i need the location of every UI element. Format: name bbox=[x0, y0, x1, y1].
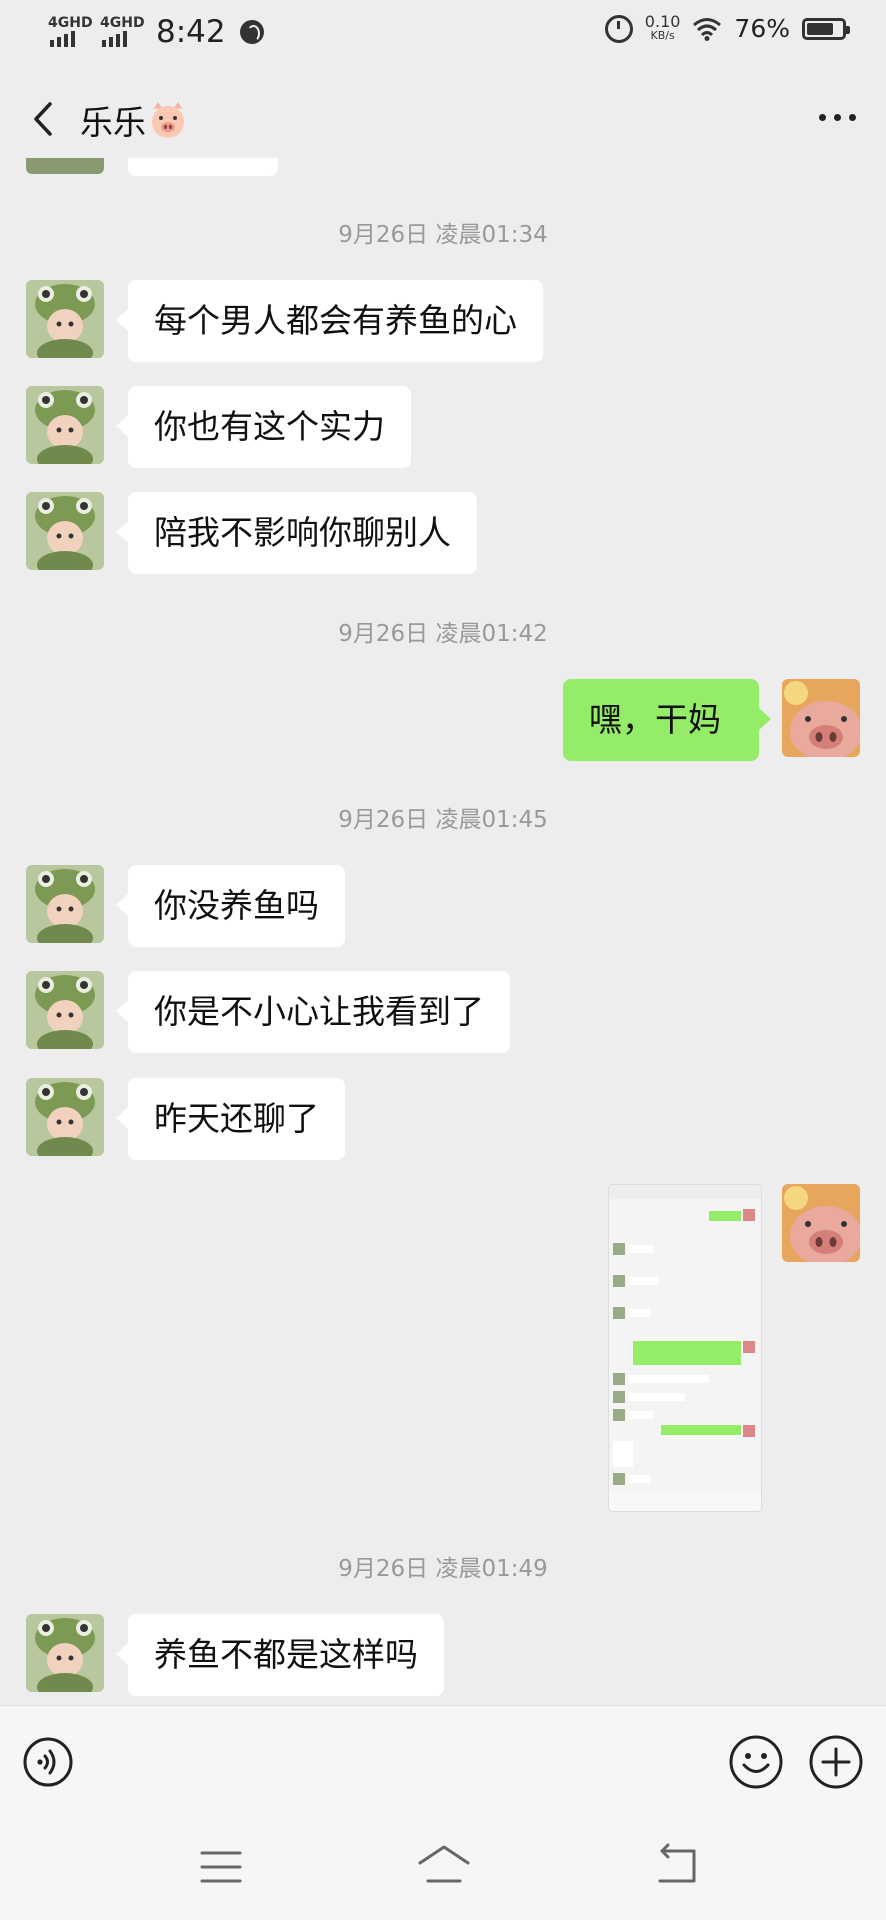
timestamp: 9月26日 凌晨01:49 bbox=[338, 1556, 548, 1582]
contact-avatar[interactable] bbox=[26, 865, 104, 943]
voice-icon[interactable] bbox=[22, 1736, 74, 1788]
message-bubble[interactable]: 你也有这个实力 bbox=[116, 386, 411, 468]
message-bubble[interactable]: 陪我不影响你聊别人 bbox=[116, 492, 477, 574]
timestamp: 9月26日 凌晨01:34 bbox=[338, 222, 548, 248]
timestamp: 9月26日 凌晨01:45 bbox=[338, 807, 548, 833]
message-bubble[interactable]: 养鱼不都是这样吗 bbox=[116, 1614, 444, 1696]
message-bubble[interactable]: 昨天还聊了 bbox=[116, 1078, 345, 1160]
contact-avatar[interactable] bbox=[26, 1078, 104, 1156]
plus-icon[interactable] bbox=[808, 1734, 864, 1790]
message-bubble-self[interactable]: 嘿，干妈 bbox=[563, 679, 771, 761]
contact-avatar[interactable] bbox=[26, 492, 104, 570]
pig-face-icon bbox=[152, 102, 184, 138]
contact-name: 乐乐 bbox=[80, 103, 146, 142]
system-nav-bar bbox=[0, 1817, 886, 1920]
message-input[interactable] bbox=[94, 1724, 708, 1802]
chat-header: 乐乐 bbox=[0, 64, 886, 174]
back-icon[interactable] bbox=[652, 1843, 700, 1887]
contact-title[interactable]: 乐乐 bbox=[80, 96, 188, 144]
contact-avatar[interactable] bbox=[26, 280, 104, 358]
message-bubble[interactable]: 每个男人都会有养鱼的心 bbox=[116, 280, 543, 362]
home-icon[interactable] bbox=[416, 1841, 472, 1889]
contact-avatar[interactable] bbox=[26, 386, 104, 464]
chevron-left-icon[interactable] bbox=[24, 94, 64, 144]
message-bubble[interactable]: 你是不小心让我看到了 bbox=[116, 971, 510, 1053]
self-avatar[interactable] bbox=[782, 1184, 860, 1262]
more-dots-icon[interactable] bbox=[819, 114, 856, 121]
message-bubble[interactable]: 你没养鱼吗 bbox=[116, 865, 345, 947]
contact-avatar[interactable] bbox=[26, 971, 104, 1049]
self-avatar[interactable] bbox=[782, 679, 860, 757]
menu-icon[interactable] bbox=[200, 1847, 242, 1887]
image-message-thumbnail[interactable] bbox=[608, 1184, 762, 1512]
emoji-icon[interactable] bbox=[728, 1734, 784, 1790]
input-bar bbox=[0, 1705, 886, 1818]
timestamp: 9月26日 凌晨01:42 bbox=[338, 621, 548, 647]
chat-area[interactable]: 9月26日 凌晨01:34 每个男人都会有养鱼的心 你也有这个实力 陪我不影响你… bbox=[0, 0, 886, 1705]
contact-avatar[interactable] bbox=[26, 1614, 104, 1692]
